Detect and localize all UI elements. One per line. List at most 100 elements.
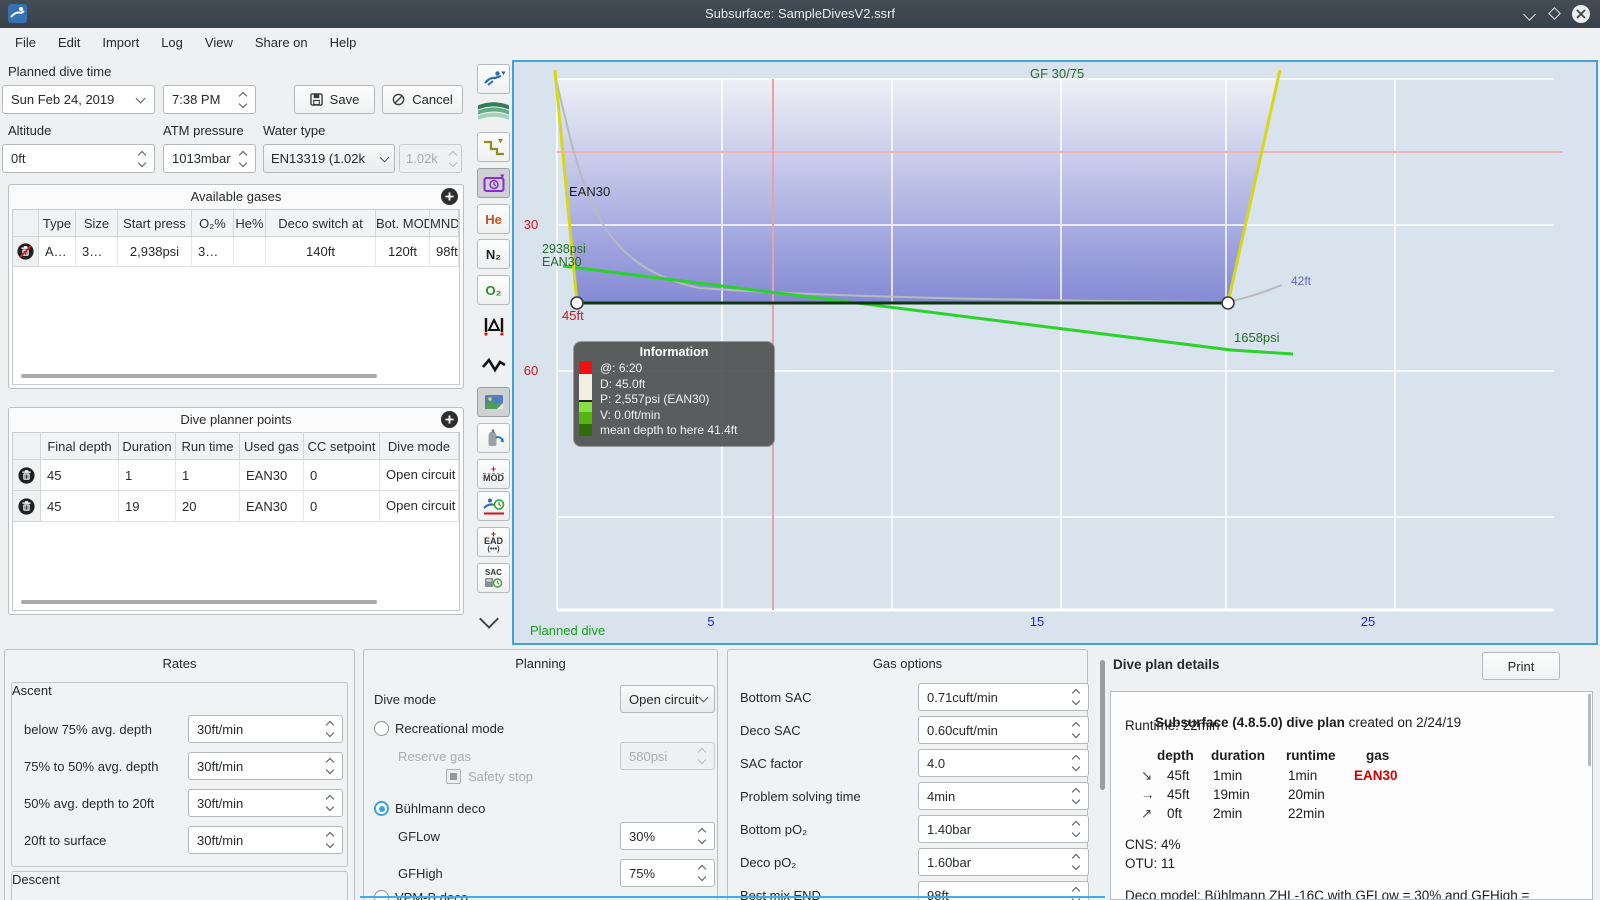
gas-type-cell[interactable]: A… [39, 237, 76, 267]
sac-factor-spinner[interactable]: 4.0 [918, 749, 1089, 777]
point-cell[interactable]: EAN30 [240, 491, 304, 522]
n2-graph-icon: N₂ [485, 246, 502, 262]
point-cell[interactable]: 20 [176, 491, 240, 522]
delete-point-button[interactable] [13, 460, 41, 491]
points-col-usedgas[interactable]: Used gas [240, 433, 304, 460]
plan-table-header: depth duration runtime gas [1157, 748, 1390, 763]
toolbar-time-button[interactable] [477, 168, 510, 198]
point-cell[interactable]: EAN30 [240, 460, 304, 491]
point-cell[interactable]: 45 [41, 460, 119, 491]
toolbar-ndl-button[interactable] [477, 491, 510, 521]
point-cell[interactable]: Open circuit [380, 491, 459, 522]
gases-col-decoswitch[interactable]: Deco switch at [266, 210, 376, 237]
settings-vscrollbar[interactable] [1100, 660, 1105, 790]
menu-view[interactable]: View [194, 30, 244, 56]
vpmb-deco-radio[interactable] [374, 890, 389, 900]
gfhigh-spinner[interactable]: 75% [620, 859, 715, 887]
dive-date-dropdown[interactable]: Sun Feb 24, 2019 [2, 85, 155, 114]
gas-he-cell[interactable] [234, 237, 266, 267]
ascent-rate-spinner-4[interactable]: 30ft/min [188, 826, 343, 854]
delete-gas-button[interactable] [13, 237, 39, 267]
close-icon[interactable] [1572, 5, 1590, 23]
toolbar-scroll-down-icon[interactable] [479, 609, 499, 629]
gases-col-botmod[interactable]: Bot. MOD [376, 210, 430, 237]
toolbar-waves-button[interactable] [477, 95, 510, 125]
points-col-duration[interactable]: Duration [119, 433, 176, 460]
point-cell[interactable]: 0 [304, 491, 380, 522]
gases-col-startpress[interactable]: Start press [118, 210, 192, 237]
add-point-button[interactable] [441, 411, 458, 428]
points-col-divemode[interactable]: Dive mode [380, 433, 459, 460]
point-cell[interactable]: 0 [304, 460, 380, 491]
safety-stop-label: Safety stop [468, 769, 534, 784]
point-cell[interactable]: 45 [41, 491, 119, 522]
toolbar-delta-button[interactable] [477, 311, 510, 341]
recreational-mode-radio[interactable] [374, 721, 389, 736]
toolbar-mod-button[interactable]: + MOD [477, 459, 510, 489]
dive-time-spinner[interactable]: 7:38 PM [163, 85, 256, 114]
menu-help[interactable]: Help [319, 30, 368, 56]
spinner-arrows[interactable] [137, 150, 154, 167]
ascent-rate-spinner-3[interactable]: 30ft/min [188, 789, 343, 817]
spinner-arrows[interactable] [238, 91, 255, 108]
gas-decoswitch-cell[interactable]: 140ft [266, 237, 376, 267]
toolbar-profile-steps-button[interactable] [477, 132, 510, 162]
toolbar-photos-button[interactable] [477, 387, 510, 417]
points-hscrollbar[interactable] [21, 600, 377, 604]
toolbar-ead-button[interactable]: + EAD (•••) [477, 527, 510, 557]
gases-col-o2[interactable]: O₂% [192, 210, 234, 237]
add-gas-button[interactable] [441, 188, 458, 205]
deco-po2-spinner[interactable]: 1.60bar [918, 848, 1089, 876]
gas-size-cell[interactable]: 3… [76, 237, 118, 267]
ascent-rate-spinner-2[interactable]: 30ft/min [188, 752, 343, 780]
ascent-rate-spinner-1[interactable]: 30ft/min [188, 715, 343, 743]
point-cell[interactable]: 1 [176, 460, 240, 491]
toolbar-n2-graph-button[interactable]: N₂ [477, 239, 510, 269]
plus-icon [445, 415, 454, 424]
dive-profile-chart[interactable]: GF 30/75 30 60 5 15 25 EAN30 2938psi EAN… [512, 60, 1598, 645]
gases-col-mnd[interactable]: MND [430, 210, 459, 237]
points-col-runtime[interactable]: Run time [176, 433, 240, 460]
bottom-po2-spinner[interactable]: 1.40bar [918, 815, 1089, 843]
gflow-spinner[interactable]: 30% [620, 822, 715, 850]
delete-point-button[interactable] [13, 491, 41, 522]
menu-share-on[interactable]: Share on [244, 30, 319, 56]
save-button[interactable]: Save [294, 85, 375, 114]
gases-hscrollbar[interactable] [21, 374, 377, 378]
toolbar-sac-button[interactable]: SAC [477, 563, 510, 593]
profile-handle[interactable] [1221, 296, 1235, 310]
point-cell[interactable]: Open circuit [380, 460, 459, 491]
menu-edit[interactable]: Edit [47, 30, 91, 56]
water-type-dropdown[interactable]: EN13319 (1.02k [263, 144, 395, 173]
gas-startpress-cell[interactable]: 2,938psi [118, 237, 192, 267]
toolbar-tank-change-button[interactable] [477, 423, 510, 453]
deco-sac-spinner[interactable]: 0.60cuft/min [918, 716, 1089, 744]
altitude-spinner[interactable]: 0ft [2, 144, 155, 173]
menu-import[interactable]: Import [91, 30, 150, 56]
gas-botmod-cell[interactable]: 120ft [376, 237, 430, 267]
gas-o2-cell[interactable]: 3… [192, 237, 234, 267]
point-cell[interactable]: 1 [119, 460, 176, 491]
problem-solving-time-spinner[interactable]: 4min [918, 782, 1089, 810]
gas-mnd-cell[interactable]: 98ft [430, 237, 459, 267]
cancel-button[interactable]: Cancel [382, 85, 463, 114]
bottom-sac-spinner[interactable]: 0.71cuft/min [918, 683, 1089, 711]
dive-mode-dropdown[interactable]: Open circuit [620, 685, 715, 713]
spinner-arrows[interactable] [238, 150, 255, 167]
gases-col-size[interactable]: Size [76, 210, 118, 237]
menu-log[interactable]: Log [150, 30, 194, 56]
toolbar-o2-graph-button[interactable]: O₂ [477, 275, 510, 305]
points-col-ccsetpoint[interactable]: CC setpoint [304, 433, 380, 460]
point-cell[interactable]: 19 [119, 491, 176, 522]
gases-col-he[interactable]: He% [234, 210, 266, 237]
points-col-finaldepth[interactable]: Final depth [41, 433, 119, 460]
toolbar-heart-rate-button[interactable] [477, 350, 510, 380]
gases-col-type[interactable]: Type [39, 210, 76, 237]
menu-file[interactable]: File [4, 30, 47, 56]
toolbar-dive-computer-button[interactable] [477, 64, 510, 94]
atm-pressure-spinner[interactable]: 1013mbar [163, 144, 256, 173]
print-button[interactable]: Print [1482, 652, 1560, 680]
toolbar-he-graph-button[interactable]: He [477, 204, 510, 234]
buhlmann-deco-radio[interactable] [374, 801, 389, 816]
plan-details-vscrollbar[interactable] [1588, 694, 1591, 766]
